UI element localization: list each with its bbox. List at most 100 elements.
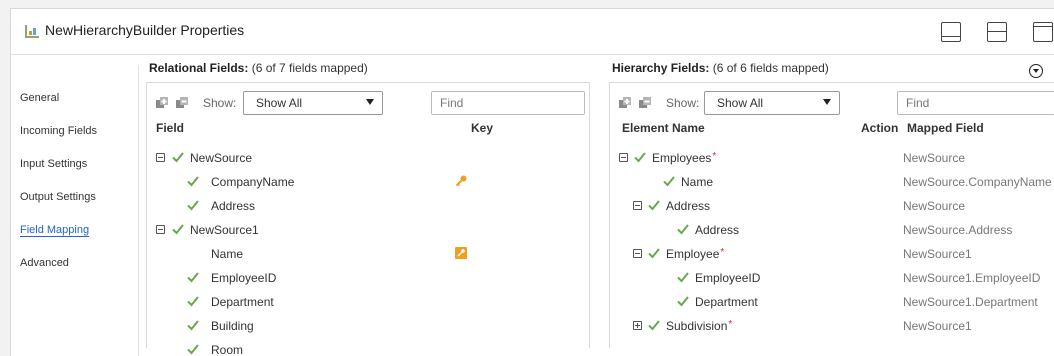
hierarchy-fields-panel: Show: Show All Find Element Name Action … xyxy=(609,82,1054,348)
show-filter-select[interactable]: Show All xyxy=(704,91,840,115)
field-name: Department xyxy=(211,295,274,309)
element-name: Name xyxy=(681,175,714,189)
properties-sidebar: General Incoming Fields Input Settings O… xyxy=(11,55,138,356)
find-input[interactable]: Find xyxy=(431,91,585,115)
expand-all-icon[interactable] xyxy=(619,97,631,109)
nav-incoming-fields[interactable]: Incoming Fields xyxy=(20,125,97,137)
check-icon xyxy=(187,344,199,355)
element-name: Subdivision* xyxy=(666,319,733,333)
mapped-field: NewSource1 xyxy=(903,319,972,333)
key-icon xyxy=(455,175,467,187)
nav-advanced[interactable]: Advanced xyxy=(20,257,69,269)
relational-summary: (6 of 7 fields mapped) xyxy=(251,61,368,75)
sidebar-divider xyxy=(138,65,139,356)
hierarchy-element-row[interactable]: EmployeeID NewSource1.EmployeeID xyxy=(610,267,1054,291)
collapse-circle-icon[interactable] xyxy=(1029,64,1043,78)
relational-field-row[interactable]: Building xyxy=(147,315,589,339)
find-input[interactable]: Find xyxy=(897,91,1054,115)
element-name: EmployeeID xyxy=(695,271,761,285)
chevron-down-icon xyxy=(823,99,831,105)
column-header-field: Field xyxy=(156,121,185,135)
element-name: Department xyxy=(695,295,758,309)
relational-field-row[interactable]: Address xyxy=(147,195,589,219)
hierarchy-element-row[interactable]: Name NewSource.CompanyName xyxy=(610,171,1054,195)
relational-fields-panel: Show: Show All Find Field Key NewSource C… xyxy=(146,82,590,356)
hierarchy-element-row[interactable]: Employee* NewSource1 xyxy=(610,243,1054,267)
field-name: CompanyName xyxy=(211,175,295,189)
layout-top-icon[interactable] xyxy=(1033,22,1053,42)
hierarchy-title: Hierarchy Fields: xyxy=(612,61,710,75)
check-icon xyxy=(187,176,199,187)
panel-header: NewHierarchyBuilder Properties xyxy=(11,9,1054,55)
nav-field-mapping[interactable]: Field Mapping xyxy=(20,224,89,236)
mapped-field: NewSource1.EmployeeID xyxy=(903,271,1041,285)
element-name: Address xyxy=(666,199,711,213)
field-name: Address xyxy=(211,199,256,213)
nav-output-settings[interactable]: Output Settings xyxy=(20,191,96,203)
check-icon xyxy=(634,152,646,163)
show-filter-value: Show All xyxy=(256,96,303,110)
hierarchy-builder-icon xyxy=(25,25,39,38)
mapped-field: NewSource xyxy=(903,199,966,213)
column-header-element-name: Element Name xyxy=(622,121,705,135)
element-name: Address xyxy=(695,223,740,237)
hierarchy-element-row[interactable]: Department NewSource1.Department xyxy=(610,291,1054,315)
required-marker: * xyxy=(728,319,733,330)
nav-general[interactable]: General xyxy=(20,92,59,104)
collapse-icon[interactable] xyxy=(156,153,165,162)
collapse-icon[interactable] xyxy=(633,201,642,210)
mapped-field: NewSource1 xyxy=(903,247,972,261)
mapped-field: NewSource1.Department xyxy=(903,295,1038,309)
check-icon xyxy=(187,272,199,283)
mapped-field: NewSource.Address xyxy=(903,223,1013,237)
layout-split-icon[interactable] xyxy=(987,22,1007,42)
field-name: Building xyxy=(211,319,254,333)
column-header-action: Action xyxy=(861,121,899,135)
check-icon xyxy=(172,224,184,235)
check-icon xyxy=(648,320,660,331)
field-name: Name xyxy=(211,247,244,261)
field-name: NewSource xyxy=(190,151,253,165)
find-placeholder: Find xyxy=(440,96,464,110)
check-icon xyxy=(677,296,689,307)
check-icon xyxy=(663,176,675,187)
relational-title: Relational Fields: xyxy=(149,61,249,75)
show-filter-value: Show All xyxy=(717,96,764,110)
collapse-icon[interactable] xyxy=(633,249,642,258)
element-name: Employees* xyxy=(652,151,717,165)
show-filter-select[interactable]: Show All xyxy=(243,91,383,115)
hierarchy-element-row[interactable]: Subdivision* NewSource1 xyxy=(610,315,1054,339)
required-marker: * xyxy=(720,247,725,258)
collapse-all-icon[interactable] xyxy=(176,97,188,109)
relational-field-row[interactable]: Department xyxy=(147,291,589,315)
check-icon xyxy=(677,224,689,235)
field-name: Room xyxy=(211,343,244,356)
relational-field-row[interactable]: EmployeeID xyxy=(147,267,589,291)
relational-fields-heading: Relational Fields: (6 of 7 fields mapped… xyxy=(149,61,368,75)
panel-title: NewHierarchyBuilder Properties xyxy=(45,22,245,38)
check-icon xyxy=(187,296,199,307)
chevron-down-icon xyxy=(366,99,374,105)
relational-field-row[interactable]: Name xyxy=(147,243,589,267)
relational-field-row[interactable]: NewSource xyxy=(147,147,589,171)
hierarchy-element-row[interactable]: Address NewSource.Address xyxy=(610,219,1054,243)
collapse-all-icon[interactable] xyxy=(639,97,651,109)
check-icon xyxy=(172,152,184,163)
relational-field-row[interactable]: CompanyName xyxy=(147,171,589,195)
expand-icon[interactable] xyxy=(633,321,642,330)
element-name: Employee* xyxy=(666,247,725,261)
required-marker: * xyxy=(712,151,717,162)
relational-field-row[interactable]: NewSource1 xyxy=(147,219,589,243)
relational-field-row[interactable]: Room xyxy=(147,339,589,356)
layout-bottom-icon[interactable] xyxy=(941,22,961,42)
collapse-icon[interactable] xyxy=(619,153,628,162)
hierarchy-element-row[interactable]: Address NewSource xyxy=(610,195,1054,219)
nav-input-settings[interactable]: Input Settings xyxy=(20,158,87,170)
expand-all-icon[interactable] xyxy=(156,97,168,109)
show-label: Show: xyxy=(203,96,237,110)
column-header-mapped-field: Mapped Field xyxy=(907,121,984,135)
hierarchy-summary: (6 of 6 fields mapped) xyxy=(712,61,829,75)
check-icon xyxy=(187,320,199,331)
hierarchy-element-row[interactable]: Employees* NewSource xyxy=(610,147,1054,171)
collapse-icon[interactable] xyxy=(156,225,165,234)
